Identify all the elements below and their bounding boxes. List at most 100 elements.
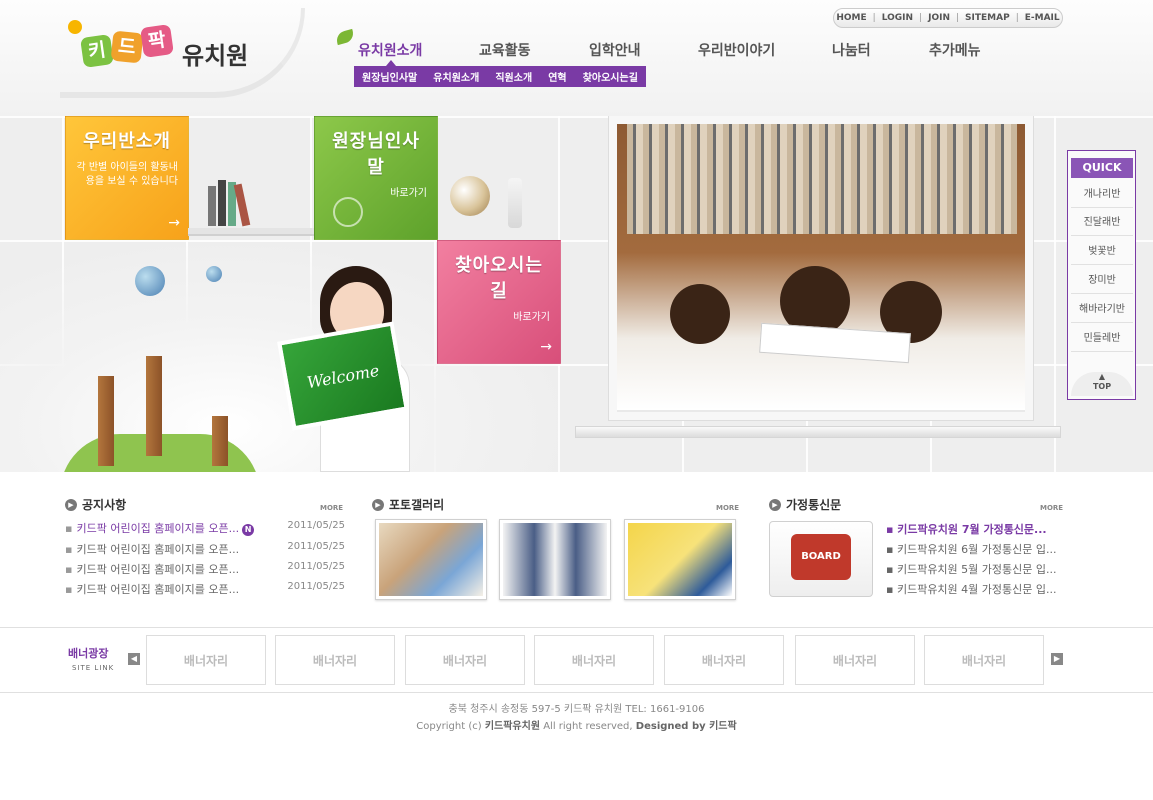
gallery-thumb[interactable] bbox=[375, 519, 487, 600]
nav-class-story[interactable]: 우리반이야기 bbox=[698, 40, 775, 60]
newsletter-header: ▶ 가정통신문 bbox=[769, 496, 841, 513]
util-home-link[interactable]: HOME bbox=[836, 13, 866, 23]
util-email-link[interactable]: E-MAIL bbox=[1025, 13, 1060, 23]
banner-prev-button[interactable]: ◀ bbox=[128, 653, 140, 665]
subnav-intro[interactable]: 유치원소개 bbox=[433, 69, 479, 84]
util-join-link[interactable]: JOIN bbox=[928, 13, 950, 23]
nav-intro[interactable]: 유치원소개 bbox=[358, 40, 422, 60]
tile-class-desc: 각 반별 아이들의 활동내용을 보실 수 있습니다 bbox=[76, 162, 178, 187]
bullet-arrow-icon: ▶ bbox=[372, 498, 384, 511]
divider bbox=[0, 692, 1153, 693]
notice-row-date: 2011/05/25 bbox=[287, 581, 345, 592]
gallery-thumb[interactable] bbox=[499, 519, 611, 600]
logo-char-2: 드 bbox=[110, 30, 144, 64]
banner-slot[interactable]: 배너자리 bbox=[534, 635, 654, 685]
tile-class-title: 우리반소개 bbox=[83, 131, 171, 152]
newsletter-row[interactable]: ▪ 키드팍유치원 6월 가정통신문 입... bbox=[886, 541, 1064, 561]
tile-class-intro[interactable]: 우리반소개 각 반별 아이들의 활동내용을 보실 수 있습니다 → bbox=[65, 116, 189, 240]
banner-subtitle: SITE LINK bbox=[72, 664, 115, 672]
notice-row-text: 키드팍 어린이집 홈페이지를 오픈... bbox=[76, 583, 240, 596]
notice-row-date: 2011/05/25 bbox=[287, 541, 345, 552]
divider bbox=[0, 627, 1153, 628]
quick-item-haebaragi[interactable]: 해바라기반 bbox=[1071, 297, 1133, 323]
util-login-link[interactable]: LOGIN bbox=[882, 13, 913, 23]
notice-row-date: 2011/05/25 bbox=[287, 561, 345, 572]
newsletter-more-link[interactable]: MORE bbox=[1040, 504, 1063, 512]
notice-row[interactable]: ▪ 키드팍 어린이집 홈페이지를 오픈... 2011/05/25 bbox=[65, 541, 345, 561]
notice-title: 공지사항 bbox=[82, 498, 127, 512]
banner-slot[interactable]: 배너자리 bbox=[795, 635, 915, 685]
tile-directions-title: 찾아오시는길 bbox=[455, 255, 543, 302]
banner-slot[interactable]: 배너자리 bbox=[275, 635, 395, 685]
gallery-thumb[interactable] bbox=[624, 519, 736, 600]
subnav-history[interactable]: 연혁 bbox=[548, 69, 566, 84]
nav-share[interactable]: 나눔터 bbox=[832, 40, 871, 60]
notice-row-text: 키드팍 어린이집 홈페이지를 오픈... bbox=[76, 522, 240, 535]
up-arrow-icon: ▲ bbox=[1098, 372, 1106, 381]
notice-row[interactable]: ▪ 키드팍 어린이집 홈페이지를 오픈... 2011/05/25 bbox=[65, 581, 345, 601]
nav-admission[interactable]: 입학안내 bbox=[589, 40, 641, 60]
pencil-tree-icon bbox=[146, 356, 162, 456]
child-photo bbox=[670, 284, 730, 344]
logo-text: 유치원 bbox=[182, 42, 249, 70]
bullet-icon: ▪ bbox=[65, 563, 73, 576]
book-icon bbox=[218, 180, 226, 226]
tile-greeting[interactable]: 원장님인사말 바로가기 bbox=[314, 116, 438, 240]
tile-directions[interactable]: 찾아오시는길 바로가기 → bbox=[437, 240, 561, 364]
bullet-icon: ▪ bbox=[886, 583, 897, 596]
quick-item-jindallae[interactable]: 진달래반 bbox=[1071, 210, 1133, 236]
quick-item-gaenari[interactable]: 개나리반 bbox=[1071, 182, 1133, 208]
main-nav: 유치원소개 교육활동 입학안내 우리반이야기 나눔터 추가메뉴 bbox=[340, 40, 1040, 62]
bullet-arrow-icon: ▶ bbox=[65, 498, 77, 511]
arrow-icon: → bbox=[540, 339, 552, 355]
bullet-icon: ▪ bbox=[65, 543, 73, 556]
subnav-greeting[interactable]: 원장님인사말 bbox=[362, 69, 417, 84]
gallery-more-link[interactable]: MORE bbox=[716, 504, 739, 512]
globe-icon bbox=[450, 176, 490, 216]
banner-slot[interactable]: 배너자리 bbox=[664, 635, 784, 685]
bullet-icon: ▪ bbox=[886, 543, 897, 556]
notice-row[interactable]: ▪ 키드팍 어린이집 홈페이지를 오픈... 2011/05/25 bbox=[65, 561, 345, 581]
gallery-title: 포토갤러리 bbox=[389, 498, 445, 512]
vase-icon bbox=[508, 178, 522, 228]
subnav-staff[interactable]: 직원소개 bbox=[495, 69, 532, 84]
notice-more-link[interactable]: MORE bbox=[320, 504, 343, 512]
pencil-tree-icon bbox=[212, 416, 228, 466]
logo-char-3: 팍 bbox=[140, 24, 174, 58]
utility-nav: HOME | LOGIN | JOIN | SITEMAP | E-MAIL bbox=[833, 8, 1063, 28]
logo-char-1: 키 bbox=[80, 34, 114, 68]
balloon-icon bbox=[135, 266, 165, 296]
bullet-arrow-icon: ▶ bbox=[769, 498, 781, 511]
newsletter-row-text: 키드팍유치원 7월 가정통신문... bbox=[897, 523, 1047, 536]
newsletter-row[interactable]: ▪ 키드팍유치원 7월 가정통신문... bbox=[886, 521, 1064, 541]
notice-row-text: 키드팍 어린이집 홈페이지를 오픈... bbox=[76, 563, 240, 576]
board-icon: BOARD bbox=[791, 534, 851, 580]
sun-icon bbox=[68, 20, 82, 34]
notice-header: ▶ 공지사항 bbox=[65, 496, 126, 513]
shelf bbox=[188, 180, 314, 236]
newsletter-row[interactable]: ▪ 키드팍유치원 5월 가정통신문 입... bbox=[886, 561, 1064, 581]
quick-item-jangmi[interactable]: 장미반 bbox=[1071, 268, 1133, 294]
notice-row[interactable]: ▪ 키드팍 어린이집 홈페이지를 오픈... N 2011/05/25 bbox=[65, 520, 345, 540]
nav-extra[interactable]: 추가메뉴 bbox=[929, 40, 981, 60]
main-visual: 우리반소개 각 반별 아이들의 활동내용을 보실 수 있습니다 → 원장님인사말… bbox=[0, 116, 1153, 472]
newsletter-row-text: 키드팍유치원 6월 가정통신문 입... bbox=[896, 543, 1057, 556]
top-button[interactable]: ▲ TOP bbox=[1071, 372, 1133, 396]
bookshelf-photo bbox=[627, 124, 1017, 234]
banner-next-button[interactable]: ▶ bbox=[1051, 653, 1063, 665]
copyright-prefix: Copyright (c) bbox=[416, 721, 482, 732]
thumb-image bbox=[379, 523, 483, 596]
bullet-icon: ▪ bbox=[886, 563, 897, 576]
banner-slot[interactable]: 배너자리 bbox=[924, 635, 1044, 685]
quick-item-beotkkot[interactable]: 벚꽃반 bbox=[1071, 239, 1133, 265]
balloon-icon bbox=[206, 266, 222, 282]
quick-item-mindeulle[interactable]: 민들레반 bbox=[1071, 326, 1133, 352]
subnav-directions[interactable]: 찾아오시는길 bbox=[583, 69, 638, 84]
banner-slot[interactable]: 배너자리 bbox=[405, 635, 525, 685]
nav-education[interactable]: 교육활동 bbox=[479, 40, 531, 60]
sub-nav: 원장님인사말 유치원소개 직원소개 연혁 찾아오시는길 bbox=[354, 66, 646, 87]
banner-slot[interactable]: 배너자리 bbox=[146, 635, 266, 685]
newsletter-row[interactable]: ▪ 키드팍유치원 4월 가정통신문 입... bbox=[886, 581, 1064, 601]
util-sitemap-link[interactable]: SITEMAP bbox=[965, 13, 1010, 23]
newsletter-row-text: 키드팍유치원 5월 가정통신문 입... bbox=[896, 563, 1057, 576]
